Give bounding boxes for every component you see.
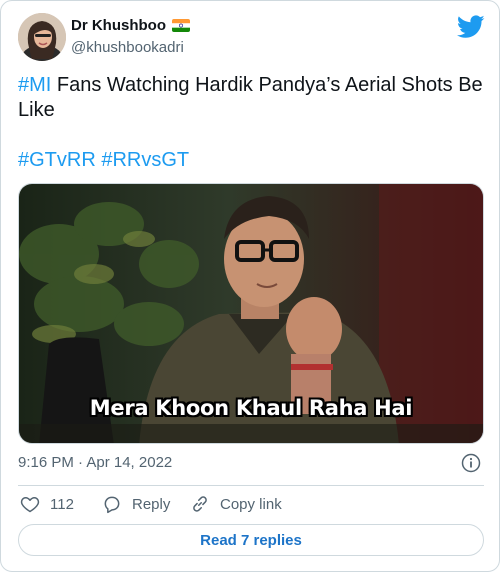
- heart-icon: [20, 497, 40, 513]
- hashtag-mi-link[interactable]: #MI: [18, 74, 51, 96]
- author-handle[interactable]: @khushbookadri: [71, 39, 184, 56]
- display-name-text: Dr Khushboo: [71, 17, 166, 34]
- twitter-bird-icon[interactable]: [457, 15, 485, 39]
- avatar[interactable]: [18, 13, 66, 61]
- like-count: 112: [50, 495, 74, 513]
- copy-link-button[interactable]: Copy link: [190, 494, 282, 514]
- info-icon[interactable]: [461, 453, 481, 473]
- divider: [18, 485, 484, 486]
- copy-link-label: Copy link: [220, 495, 282, 513]
- link-icon: [193, 496, 207, 512]
- tweet-media-image[interactable]: Mera Khoon Khaul Raha Hai: [18, 183, 484, 444]
- tweet-card: Dr Khushboo @khushbookadri #MI Fans Watc…: [0, 0, 500, 572]
- meme-caption: Mera Khoon Khaul Raha Hai: [89, 396, 413, 420]
- author-name[interactable]: Dr Khushboo: [71, 17, 190, 34]
- hashtags-line[interactable]: #GTvRR #RRvsGT: [18, 148, 189, 173]
- reply-bubble-icon: [104, 496, 120, 514]
- tweet-timestamp[interactable]: 9:16 PM · Apr 14, 2022: [18, 454, 172, 471]
- reply-button[interactable]: Reply: [102, 494, 170, 514]
- tweet-text-body: Fans Watching Hardik Pandya’s Aerial Sho…: [18, 74, 483, 121]
- tweet-text: #MI Fans Watching Hardik Pandya’s Aerial…: [18, 73, 484, 123]
- reply-label: Reply: [132, 495, 171, 513]
- like-button[interactable]: 112: [20, 494, 74, 514]
- read-replies-button[interactable]: Read 7 replies: [18, 524, 484, 556]
- india-flag-icon: [172, 19, 190, 32]
